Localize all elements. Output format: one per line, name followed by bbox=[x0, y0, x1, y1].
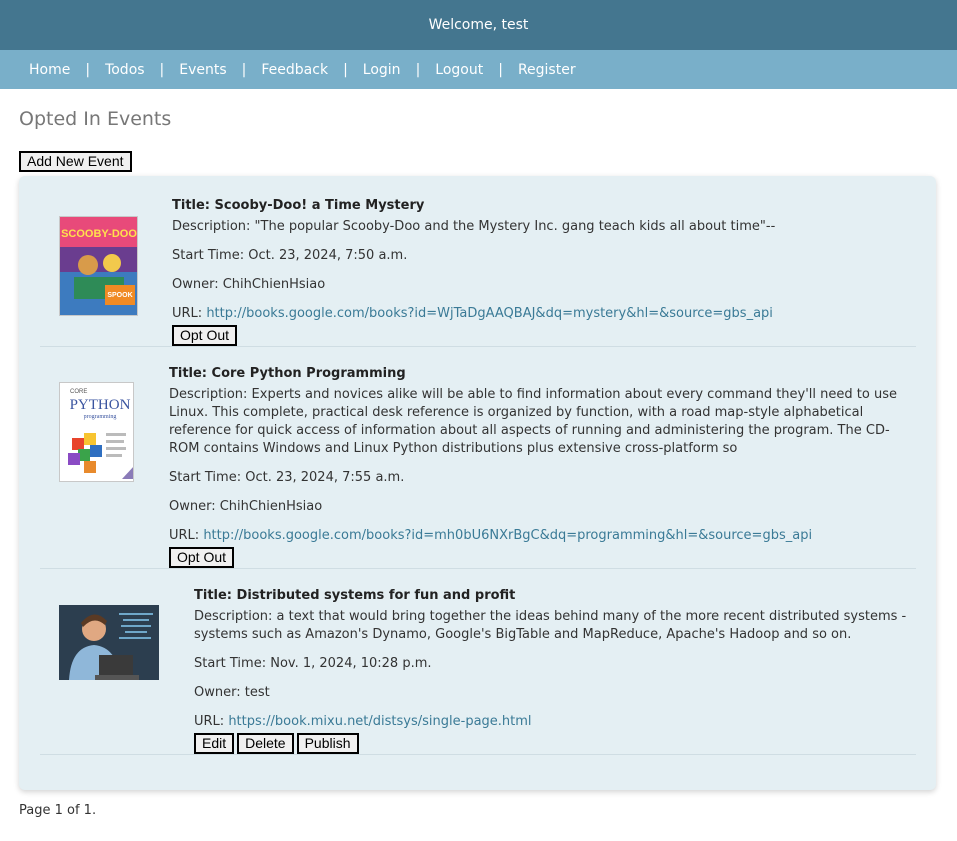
event-start-time: Start Time: Nov. 1, 2024, 10:28 p.m. bbox=[194, 656, 432, 671]
event-actions: Edit Delete Publish bbox=[194, 733, 914, 754]
event-title: Title: Core Python Programming bbox=[169, 366, 406, 381]
page-title: Opted In Events bbox=[19, 108, 172, 130]
nav-separator: | bbox=[343, 61, 348, 78]
event-url-label: URL: bbox=[172, 306, 207, 321]
event-start-time: Start Time: Oct. 23, 2024, 7:50 a.m. bbox=[172, 248, 408, 263]
nav-register[interactable]: Register bbox=[518, 62, 576, 78]
welcome-header: Welcome, test bbox=[0, 0, 957, 50]
nav-separator: | bbox=[85, 61, 91, 78]
edit-button[interactable]: Edit bbox=[194, 733, 235, 754]
nav-separator: | bbox=[415, 61, 421, 78]
cover-sub-text: programming bbox=[84, 414, 117, 420]
nav-separator: | bbox=[498, 61, 503, 78]
event-owner: Owner: ChihChienHsiao bbox=[169, 499, 323, 514]
event-url-line: URL: https://book.mixu.net/distsys/singl… bbox=[194, 713, 914, 731]
nav-home[interactable]: Home bbox=[29, 62, 70, 78]
add-new-event-button[interactable]: Add New Event bbox=[19, 151, 132, 172]
event-thumbnail-python: CORE PYTHON programming bbox=[59, 382, 134, 482]
event-item: CORE PYTHON programming Title: Core Pyth… bbox=[40, 347, 916, 569]
pagination-text: Page 1 of 1. bbox=[19, 803, 97, 818]
publish-button[interactable]: Publish bbox=[296, 733, 359, 754]
cover-top-text: CORE bbox=[70, 389, 87, 395]
event-url-link[interactable]: http://books.google.com/books?id=mh0bU6N… bbox=[203, 528, 812, 543]
events-panel: SCOOBY-DOO SPOOK Title: Scooby-Doo! a Ti… bbox=[19, 176, 936, 790]
event-actions: Opt Out bbox=[172, 325, 912, 346]
person-at-laptop-icon bbox=[59, 605, 159, 680]
event-start-time: Start Time: Oct. 23, 2024, 7:55 a.m. bbox=[169, 470, 405, 485]
nav-separator: | bbox=[241, 61, 247, 78]
nav-logout[interactable]: Logout bbox=[435, 62, 483, 78]
event-url-link[interactable]: http://books.google.com/books?id=WjTaDgA… bbox=[206, 306, 773, 321]
event-description: Description: "The popular Scooby-Doo and… bbox=[172, 219, 776, 234]
cover-title-text: PYTHON bbox=[70, 397, 131, 413]
delete-button[interactable]: Delete bbox=[237, 733, 294, 754]
event-url-label: URL: bbox=[194, 714, 229, 729]
event-item: SCOOBY-DOO SPOOK Title: Scooby-Doo! a Ti… bbox=[40, 194, 916, 347]
event-info: Title: Scooby-Doo! a Time Mystery Descri… bbox=[172, 197, 912, 346]
nav-todos[interactable]: Todos bbox=[105, 62, 144, 78]
event-url-label: URL: bbox=[169, 528, 204, 543]
event-info: Title: Distributed systems for fun and p… bbox=[194, 587, 914, 754]
event-thumbnail-distsys bbox=[59, 605, 159, 680]
event-url-line: URL: http://books.google.com/books?id=Wj… bbox=[172, 305, 912, 323]
event-thumbnail-scooby: SCOOBY-DOO SPOOK bbox=[59, 216, 138, 316]
nav-feedback[interactable]: Feedback bbox=[261, 62, 328, 78]
book-cover-icon: CORE PYTHON programming bbox=[60, 383, 133, 481]
cover-sub-text: SPOOK bbox=[107, 292, 132, 299]
opt-out-button[interactable]: Opt Out bbox=[169, 547, 235, 568]
event-owner: Owner: ChihChienHsiao bbox=[172, 277, 326, 292]
event-description: Description: a text that would bring tog… bbox=[194, 609, 907, 642]
event-item: Title: Distributed systems for fun and p… bbox=[40, 569, 916, 755]
nav-separator: | bbox=[159, 61, 165, 78]
event-url-line: URL: http://books.google.com/books?id=mh… bbox=[169, 527, 914, 545]
event-owner: Owner: test bbox=[194, 685, 270, 700]
event-actions: Opt Out bbox=[169, 547, 914, 568]
event-description: Description: Experts and novices alike w… bbox=[169, 387, 897, 456]
opt-out-button[interactable]: Opt Out bbox=[172, 325, 238, 346]
main-nav: Home | Todos | Events | Feedback | Login… bbox=[0, 50, 957, 89]
event-title: Title: Scooby-Doo! a Time Mystery bbox=[172, 198, 425, 213]
book-cover-icon: SCOOBY-DOO SPOOK bbox=[60, 217, 137, 315]
event-url-link[interactable]: https://book.mixu.net/distsys/single-pag… bbox=[228, 714, 531, 729]
nav-events[interactable]: Events bbox=[179, 62, 226, 78]
nav-login[interactable]: Login bbox=[363, 62, 401, 78]
welcome-text: Welcome, test bbox=[428, 17, 529, 33]
cover-title-text: SCOOBY-DOO bbox=[61, 228, 137, 240]
event-title: Title: Distributed systems for fun and p… bbox=[194, 588, 516, 603]
event-info: Title: Core Python Programming Descripti… bbox=[169, 365, 914, 568]
